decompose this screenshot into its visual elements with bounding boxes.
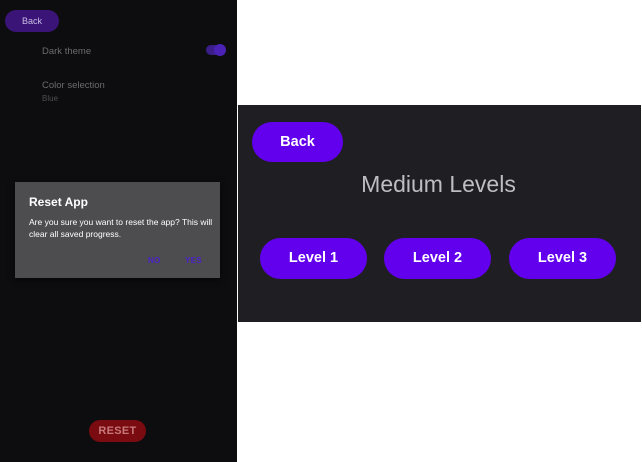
screenshot-canvas: Back Dark theme Color selection Blue Res…	[0, 0, 642, 462]
level-3-button[interactable]: Level 3	[509, 238, 616, 279]
levels-screen: Back Medium Levels Level 1 Level 2 Level…	[238, 105, 641, 322]
color-selection-label: Color selection	[42, 80, 105, 91]
reset-button[interactable]: RESET	[89, 420, 146, 442]
dialog-yes-button[interactable]: YES	[185, 256, 202, 265]
dark-theme-label: Dark theme	[42, 46, 92, 57]
page-title: Medium Levels	[238, 171, 641, 198]
settings-screen: Back Dark theme Color selection Blue Res…	[0, 0, 237, 462]
switch-knob	[214, 44, 226, 56]
level-2-button[interactable]: Level 2	[384, 238, 491, 279]
page-title-text: Medium Levels	[361, 171, 516, 197]
back-button[interactable]: Back	[252, 122, 343, 162]
back-button[interactable]: Back	[5, 10, 59, 32]
dialog-no-button[interactable]: NO	[148, 256, 161, 265]
level-1-button[interactable]: Level 1	[260, 238, 367, 279]
dialog-message: Are you sure you want to reset the app? …	[29, 217, 213, 239]
color-selection-value: Blue	[42, 94, 59, 103]
dialog-title: Reset App	[29, 195, 88, 209]
color-selection-preference[interactable]: Color selection Blue	[42, 80, 105, 103]
dark-theme-preference[interactable]: Dark theme	[42, 46, 227, 60]
reset-app-dialog: Reset App Are you sure you want to reset…	[15, 182, 220, 278]
dark-theme-switch[interactable]	[206, 44, 226, 56]
